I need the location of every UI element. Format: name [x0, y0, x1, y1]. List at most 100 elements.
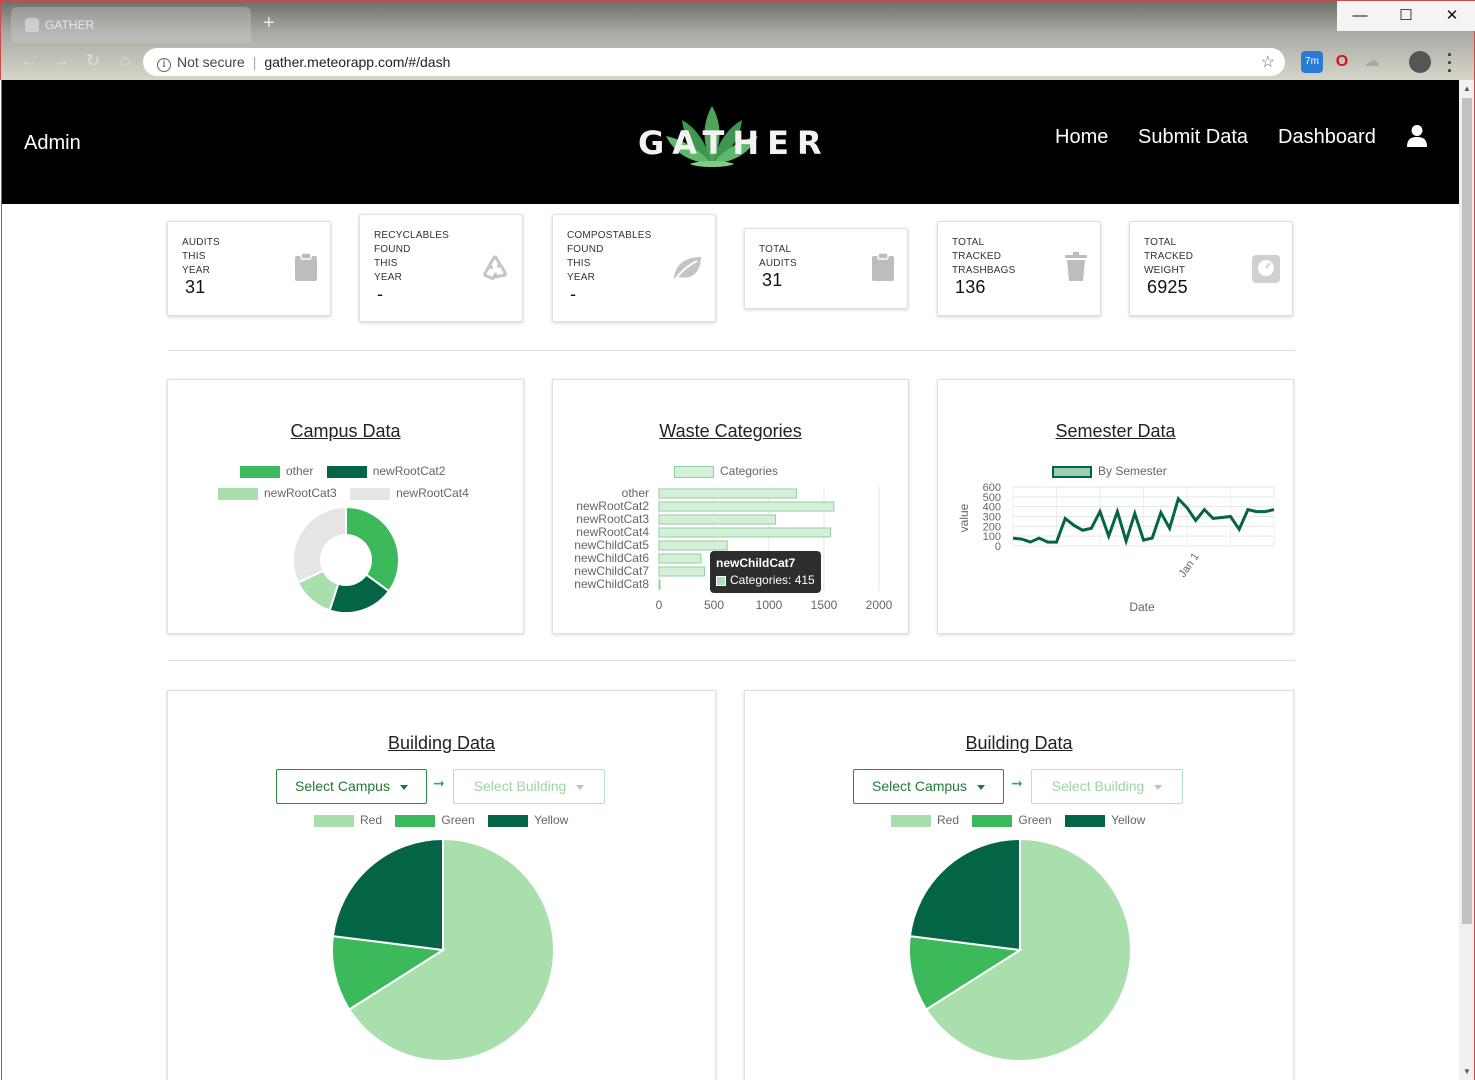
cloud-icon[interactable]: ☁: [1361, 51, 1383, 73]
pie-slice-yellow[interactable]: [331, 837, 444, 952]
user-account-icon[interactable]: [1406, 124, 1428, 148]
bar-newchildcat8[interactable]: [658, 579, 661, 590]
building-pie-chart[interactable]: [745, 691, 1295, 1080]
stat-label-line: TOTAL: [759, 244, 792, 255]
new-tab-button[interactable]: +: [263, 13, 275, 33]
stat-value: 31: [185, 277, 206, 297]
tab-title: GATHER: [45, 18, 95, 32]
x-tick-label: 2000: [866, 598, 893, 612]
profile-avatar-icon[interactable]: [1409, 51, 1431, 73]
nav-home-link[interactable]: Home: [1055, 126, 1108, 149]
stat-value: -: [377, 284, 384, 304]
favicon-icon: [25, 18, 39, 32]
stat-label-line: THIS: [374, 258, 398, 269]
browser-chrome: GATHER + — ☐ ✕ ← → ↻ ⌂ i Not secure | gather.m…: [0, 0, 1475, 80]
y-tick-label: newRootCat4: [576, 525, 649, 539]
close-window-button[interactable]: ✕: [1429, 1, 1475, 31]
x-tick-label: 1500: [811, 598, 838, 612]
stat-card-total-weight: TOTAL TRACKED WEIGHT 6925: [1129, 221, 1293, 316]
info-icon[interactable]: i: [157, 58, 171, 72]
stat-label-line: AUDITS: [182, 237, 220, 248]
forward-icon[interactable]: →: [45, 51, 77, 71]
minimize-button[interactable]: —: [1337, 1, 1383, 31]
nav-dashboard-link[interactable]: Dashboard: [1278, 126, 1376, 149]
back-icon[interactable]: ←: [13, 51, 45, 71]
extension-badge: 7m: [1305, 56, 1319, 67]
home-icon[interactable]: ⌂: [109, 51, 141, 71]
reload-icon[interactable]: ↻: [77, 51, 109, 71]
section-divider: [168, 350, 1295, 351]
campus-donut-chart[interactable]: [168, 380, 525, 635]
security-label: Not secure: [177, 54, 245, 70]
y-tick-label: newChildCat7: [574, 564, 649, 578]
stat-value: 6925: [1147, 277, 1188, 297]
logo-text: GATHER: [638, 124, 830, 162]
bar-other[interactable]: [658, 488, 797, 499]
stat-label-line: TOTAL: [1144, 237, 1177, 248]
bar-newrootcat3[interactable]: [658, 514, 777, 525]
stat-label-line: WEIGHT: [1144, 265, 1186, 276]
semester-line-chart[interactable]: 6005004003002001000Jan 1Datevalue: [938, 380, 1295, 635]
stat-label-line: YEAR: [374, 272, 403, 283]
x-tick-label: Jan 1: [1177, 551, 1202, 580]
trash-icon: [1065, 252, 1087, 281]
tooltip-title: newChildCat7: [716, 556, 796, 570]
bar-newchildcat7[interactable]: [658, 566, 706, 577]
pie-slice-newrootcat4[interactable]: [292, 505, 347, 584]
scroll-down-icon[interactable]: ▼: [1463, 1067, 1471, 1076]
section-divider: [168, 660, 1295, 661]
waste-bar-chart[interactable]: 0 500 1000 1500 2000othernewRootCat2newRootC…: [553, 380, 910, 635]
campus-data-panel: Campus Data other newRootCat2 newRootCat…: [167, 379, 524, 634]
semester-data-panel: Semester Data By Semester 600 500 400 300 20…: [937, 379, 1294, 634]
opera-icon[interactable]: O: [1331, 51, 1353, 73]
chart-tooltip: newChildCat7 Categories: 415: [710, 551, 821, 593]
stat-card-total-audits: TOTAL AUDITS 31: [744, 228, 908, 309]
url-text[interactable]: gather.meteorapp.com/#/dash: [264, 54, 450, 70]
stat-label-line: FOUND: [567, 244, 604, 255]
y-tick-label: newRootCat2: [576, 499, 649, 513]
bar-newrootcat2[interactable]: [658, 501, 835, 512]
stat-card-compostables: COMPOSTABLES FOUND THIS YEAR -: [552, 214, 716, 322]
clipboard-icon: [295, 252, 317, 281]
scroll-up-icon[interactable]: ▲: [1463, 84, 1471, 93]
bar-newchildcat5[interactable]: [658, 540, 728, 551]
leaf-icon: [673, 257, 701, 282]
stat-label-line: THIS: [567, 258, 591, 269]
stat-label-line: FOUND: [374, 244, 411, 255]
y-tick-label: newChildCat6: [574, 551, 649, 565]
bookmark-star-icon[interactable]: ☆: [1261, 52, 1275, 72]
y-tick-label: other: [622, 486, 649, 500]
building-data-panel-2: Building Data Select Campus ➞ Select Bui…: [744, 690, 1294, 1080]
extension-icon[interactable]: 7m: [1301, 51, 1323, 73]
gather-logo[interactable]: GATHER: [632, 102, 822, 172]
nav-submit-data-link[interactable]: Submit Data: [1138, 126, 1248, 149]
address-bar[interactable]: i Not secure | gather.meteorapp.com/#/dash …: [143, 48, 1285, 76]
stat-value: 136: [955, 277, 986, 297]
x-tick-label: 500: [704, 598, 724, 612]
browser-tab[interactable]: GATHER: [11, 7, 251, 43]
x-tick-label: 0: [656, 598, 663, 612]
stat-label-line: YEAR: [182, 265, 211, 276]
x-axis-label: Date: [1129, 600, 1155, 614]
y-axis-label: value: [957, 503, 971, 532]
page-scrollbar[interactable]: ▲ ▼: [1459, 80, 1475, 1080]
pie-slice-yellow[interactable]: [908, 837, 1021, 952]
scrollbar-thumb[interactable]: [1462, 98, 1472, 924]
top-navbar: Admin GATHER Home Submit Data Dashboard: [2, 80, 1459, 204]
stat-value: 31: [762, 270, 783, 290]
y-tick-label: newRootCat3: [576, 512, 649, 526]
dashboard-page: Admin GATHER Home Submit Data Dashboard …: [1, 80, 1459, 1080]
browser-menu-icon[interactable]: · · ·: [1447, 46, 1453, 80]
x-tick-label: 1000: [756, 598, 783, 612]
bar-newchildcat6[interactable]: [658, 553, 702, 564]
stat-card-audits-this-year: AUDITS THIS YEAR 31: [167, 221, 331, 316]
bar-newrootcat4[interactable]: [658, 527, 832, 538]
building-pie-chart[interactable]: [168, 691, 717, 1080]
stat-card-total-trashbags: TOTAL TRACKED TRASHBAGS 136: [937, 221, 1101, 316]
tab-strip: GATHER +: [1, 1, 1475, 43]
recycle-icon: [482, 255, 508, 281]
maximize-button[interactable]: ☐: [1383, 1, 1429, 31]
stat-label-line: TRASHBAGS: [952, 265, 1016, 276]
stat-label-line: YEAR: [567, 272, 596, 283]
stat-label-line: COMPOSTABLES: [567, 230, 652, 241]
